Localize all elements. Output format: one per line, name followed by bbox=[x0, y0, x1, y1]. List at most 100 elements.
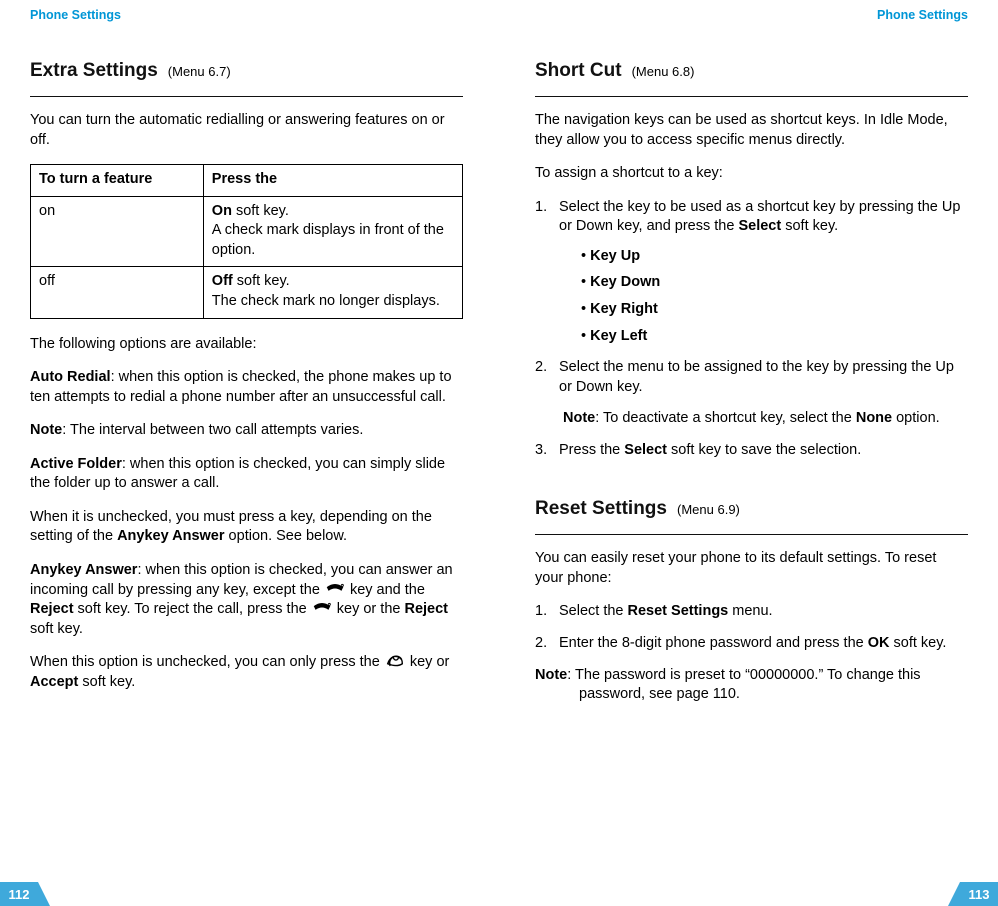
auto-redial-term: Auto Redial bbox=[30, 369, 111, 385]
note-interval: Note: The interval between two call atte… bbox=[30, 421, 463, 441]
shortcut-intro: The navigation keys can be used as short… bbox=[535, 111, 968, 150]
anykey-p2a: When this option is unchecked, you can o… bbox=[30, 654, 384, 670]
off-label: Off bbox=[212, 273, 233, 289]
table-header-row: To turn a feature Press the bbox=[31, 165, 463, 197]
table-cell-on: on bbox=[31, 196, 204, 267]
heading-title: Extra Settings bbox=[30, 60, 158, 81]
key-list: • Key Up • Key Down • Key Right • Key Le… bbox=[559, 247, 968, 346]
key-down: • Key Down bbox=[559, 273, 968, 293]
off-desc: The check mark no longer displays. bbox=[212, 293, 440, 309]
anykey-t6: Reject bbox=[404, 601, 448, 617]
heading-rule bbox=[535, 534, 968, 535]
table-cell-on-action: On soft key. A check mark displays in fr… bbox=[203, 196, 462, 267]
intro-text: You can turn the automatic redialling or… bbox=[30, 111, 463, 150]
rs1a: Select the bbox=[559, 603, 628, 619]
step-num: 2. bbox=[535, 358, 547, 378]
anykey-t4: soft key. To reject the call, press the bbox=[74, 601, 311, 617]
anykey-para: Anykey Answer: when this option is check… bbox=[30, 561, 463, 639]
table-cell-off: off bbox=[31, 267, 204, 318]
s2note-t3: option. bbox=[892, 410, 940, 426]
shortcut-assign: To assign a shortcut to a key: bbox=[535, 164, 968, 184]
note-label: Note bbox=[563, 410, 595, 426]
key-left: • Key Left bbox=[559, 327, 968, 347]
s1c: soft key. bbox=[781, 218, 838, 234]
heading-menu-ref: (Menu 6.9) bbox=[677, 502, 740, 517]
heading-short-cut: Short Cut (Menu 6.8) bbox=[535, 60, 968, 82]
key-right: • Key Right bbox=[559, 300, 968, 320]
anykey-t2: key and the bbox=[346, 582, 425, 598]
rs2a: Enter the 8-digit phone password and pre… bbox=[559, 635, 868, 651]
table-row: off Off soft key. The check mark no long… bbox=[31, 267, 463, 318]
s2-text: Select the menu to be assigned to the ke… bbox=[559, 359, 954, 395]
s1b: Select bbox=[738, 218, 781, 234]
s2note-t1: : To deactivate a shortcut key, select t… bbox=[595, 410, 856, 426]
s3b: Select bbox=[624, 442, 667, 458]
reset-note-text: : The password is preset to “00000000.” … bbox=[567, 667, 920, 703]
anykey-t5: key or the bbox=[333, 601, 405, 617]
s3a: Press the bbox=[559, 442, 624, 458]
running-head-right: Phone Settings bbox=[535, 8, 968, 22]
heading-menu-ref: (Menu 6.8) bbox=[632, 64, 695, 79]
page-number-right: 113 bbox=[960, 882, 998, 906]
heading-menu-ref: (Menu 6.7) bbox=[168, 64, 231, 79]
key-up: • Key Up bbox=[559, 247, 968, 267]
end-call-icon bbox=[324, 582, 346, 596]
on-label: On bbox=[212, 203, 232, 219]
shortcut-steps: 1. Select the key to be used as a shortc… bbox=[535, 198, 968, 461]
page-right: Phone Settings Short Cut (Menu 6.8) The … bbox=[499, 0, 998, 906]
anykey-p2c: Accept bbox=[30, 674, 78, 690]
reset-steps: 1. Select the Reset Settings menu. 2. En… bbox=[535, 602, 968, 653]
heading-rule bbox=[30, 96, 463, 97]
note-label: Note bbox=[535, 667, 567, 683]
rs2b: OK bbox=[868, 635, 890, 651]
anykey-unchecked: When this option is unchecked, you can o… bbox=[30, 653, 463, 692]
on-desc: A check mark displays in front of the op… bbox=[212, 222, 444, 258]
reset-step-1: 1. Select the Reset Settings menu. bbox=[535, 602, 968, 622]
s3c: soft key to save the selection. bbox=[667, 442, 861, 458]
auto-redial-para: Auto Redial: when this option is checked… bbox=[30, 368, 463, 407]
step-num: 2. bbox=[535, 634, 547, 654]
anykey-t3: Reject bbox=[30, 601, 74, 617]
on-suffix: soft key. bbox=[232, 203, 289, 219]
anykey-p2b: key or bbox=[406, 654, 450, 670]
call-icon bbox=[384, 654, 406, 668]
af-p2c: option. See below. bbox=[225, 528, 348, 544]
step-num: 3. bbox=[535, 441, 547, 461]
heading-rule bbox=[535, 96, 968, 97]
end-call-icon bbox=[311, 601, 333, 615]
feature-table: To turn a feature Press the on On soft k… bbox=[30, 164, 463, 318]
table-header-press: Press the bbox=[203, 165, 462, 197]
active-folder-para: Active Folder: when this option is check… bbox=[30, 455, 463, 494]
s2note-t2: None bbox=[856, 410, 892, 426]
step-2-note: Note: To deactivate a shortcut key, sele… bbox=[559, 409, 968, 429]
rs1b: Reset Settings bbox=[628, 603, 729, 619]
page-left: Phone Settings Extra Settings (Menu 6.7)… bbox=[0, 0, 499, 906]
step-3: 3. Press the Select soft key to save the… bbox=[535, 441, 968, 461]
running-head-left: Phone Settings bbox=[30, 8, 463, 22]
heading-extra-settings: Extra Settings (Menu 6.7) bbox=[30, 60, 463, 82]
page-number-left: 112 bbox=[0, 882, 38, 906]
rs1c: menu. bbox=[728, 603, 772, 619]
note-text: : The interval between two call attempts… bbox=[62, 422, 363, 438]
heading-title: Reset Settings bbox=[535, 498, 667, 519]
anykey-t7: soft key. bbox=[30, 621, 83, 637]
active-folder-term: Active Folder bbox=[30, 456, 122, 472]
anykey-p2d: soft key. bbox=[78, 674, 135, 690]
table-header-feature: To turn a feature bbox=[31, 165, 204, 197]
reset-intro: You can easily reset your phone to its d… bbox=[535, 549, 968, 588]
step-2: 2. Select the menu to be assigned to the… bbox=[535, 358, 968, 429]
heading-title: Short Cut bbox=[535, 60, 622, 81]
step-num: 1. bbox=[535, 198, 547, 218]
off-suffix: soft key. bbox=[233, 273, 290, 289]
table-cell-off-action: Off soft key. The check mark no longer d… bbox=[203, 267, 462, 318]
heading-reset-settings: Reset Settings (Menu 6.9) bbox=[535, 498, 968, 520]
note-label: Note bbox=[30, 422, 62, 438]
reset-note: Note: The password is preset to “0000000… bbox=[535, 666, 968, 705]
af-p2b: Anykey Answer bbox=[117, 528, 224, 544]
table-row: on On soft key. A check mark displays in… bbox=[31, 196, 463, 267]
active-folder-unchecked: When it is unchecked, you must press a k… bbox=[30, 508, 463, 547]
step-num: 1. bbox=[535, 602, 547, 622]
step-1: 1. Select the key to be used as a shortc… bbox=[535, 198, 968, 346]
anykey-term: Anykey Answer bbox=[30, 562, 137, 578]
rs2c: soft key. bbox=[889, 635, 946, 651]
